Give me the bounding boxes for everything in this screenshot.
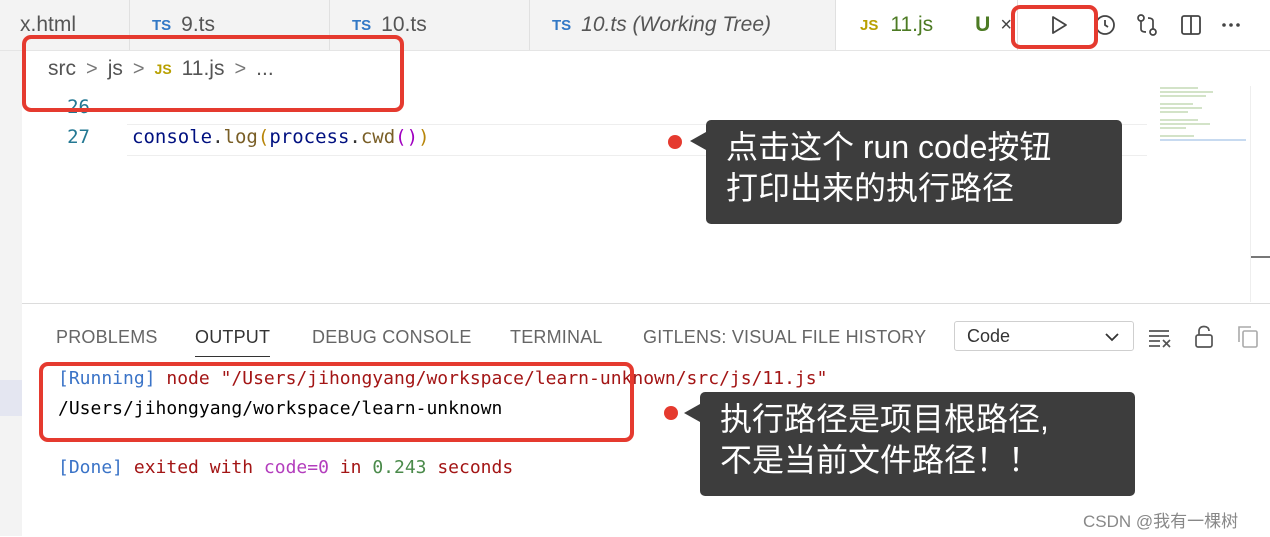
typescript-file-icon: TS	[152, 16, 172, 34]
typescript-file-icon: TS	[352, 16, 372, 34]
elapsed-time: 0.243	[372, 457, 427, 478]
callout-path-note: 执行路径是项目根路径, 不是当前文件路径！！	[684, 392, 1135, 496]
clear-output-icon[interactable]	[1146, 324, 1174, 352]
javascript-file-icon: JS	[860, 16, 879, 34]
tab-problems[interactable]: PROBLEMS	[56, 327, 158, 348]
split-editor-icon[interactable]	[1174, 8, 1208, 42]
code-token: (	[395, 126, 407, 148]
callout-pointer	[690, 132, 706, 150]
tab-debug-console[interactable]: DEBUG CONSOLE	[312, 327, 472, 348]
code-token: .	[212, 126, 224, 148]
untracked-status-badge: U	[975, 13, 991, 36]
run-button-highlight	[1011, 5, 1098, 49]
scrollbar-marker	[1251, 256, 1270, 258]
done-tag: [Done]	[58, 457, 124, 478]
tab-label: 9.ts	[181, 13, 216, 36]
tab-label: x.html	[20, 13, 77, 36]
lock-scroll-icon[interactable]	[1190, 323, 1218, 351]
done-text: in	[328, 457, 373, 478]
code-token: cwd	[360, 126, 396, 148]
annotation-dot	[664, 406, 678, 420]
line-number: 27	[67, 126, 90, 148]
copy-icon[interactable]	[1234, 323, 1262, 351]
sidebar-strip	[0, 50, 22, 536]
annotation-dot	[668, 135, 682, 149]
code-token: .	[349, 126, 361, 148]
tab-gitlens-visual-file-history[interactable]: GITLENS: VISUAL FILE HISTORY	[643, 327, 926, 348]
tab-terminal[interactable]: TERMINAL	[510, 327, 603, 348]
output-line-done: [Done] exited with code=0 in 0.243 secon…	[58, 457, 513, 478]
callout-line: 点击这个 run code按钮	[726, 129, 1052, 165]
code-line-27[interactable]: console.log(process.cwd())	[132, 126, 430, 148]
code-token: console	[132, 126, 213, 148]
code-token: log	[223, 126, 258, 148]
callout-line: 打印出来的执行路径	[726, 170, 1015, 206]
breadcrumb-highlight	[22, 35, 404, 112]
sidebar-selected-item[interactable]	[0, 380, 22, 416]
tab-label: 11.js	[890, 13, 934, 36]
tab-output[interactable]: OUTPUT	[195, 327, 271, 357]
output-channel-select[interactable]: Code	[954, 321, 1134, 351]
tab-label: 10.ts	[381, 13, 427, 36]
callout-line: 执行路径是项目根路径,	[720, 401, 1049, 437]
callout-run-code: 点击这个 run code按钮 打印出来的执行路径	[690, 120, 1122, 224]
more-actions-icon[interactable]	[1214, 8, 1248, 42]
code-token: )	[418, 126, 430, 148]
output-channel-value: Code	[967, 325, 1011, 346]
editor-scrollbar[interactable]	[1250, 86, 1270, 302]
watermark: CSDN @我有一棵树	[1083, 512, 1239, 531]
code-token: process	[269, 126, 350, 148]
compare-changes-icon[interactable]	[1130, 8, 1164, 42]
done-text: exited with	[123, 457, 264, 478]
tab-10-ts-working-tree[interactable]: TS 10.ts (Working Tree)	[530, 0, 836, 50]
code-token: )	[406, 126, 419, 148]
code-token: (	[257, 126, 270, 148]
output-highlight	[39, 362, 634, 442]
done-text: seconds	[426, 457, 514, 478]
callout-line: 不是当前文件路径！！	[720, 442, 1041, 478]
chevron-down-icon	[1103, 328, 1121, 351]
callout-pointer	[684, 404, 700, 422]
tab-11-js[interactable]: JS 11.js U ×	[836, 0, 1018, 50]
typescript-file-icon: TS	[552, 16, 572, 34]
minimap[interactable]	[1158, 86, 1248, 146]
exit-code: code=0	[263, 457, 329, 478]
tab-label: 10.ts (Working Tree)	[581, 13, 771, 36]
